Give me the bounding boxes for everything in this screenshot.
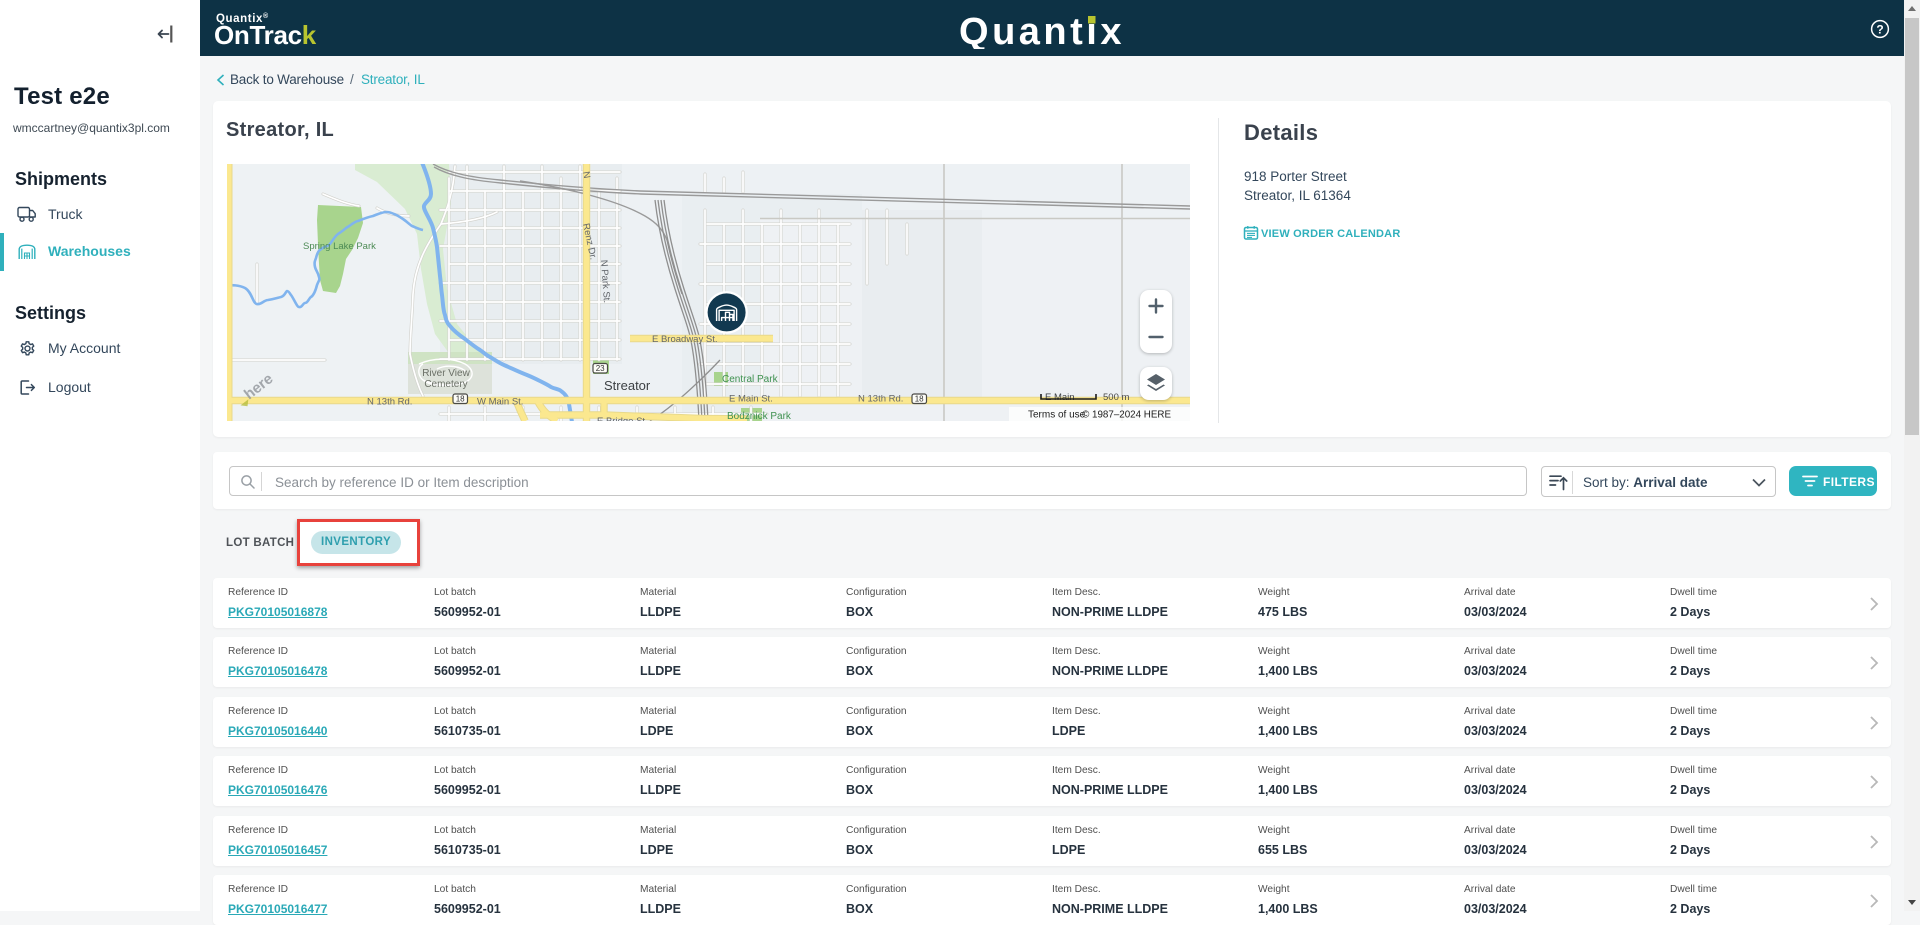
svg-text:Spring Lake Park: Spring Lake Park <box>303 241 376 252</box>
svg-text:Streator: Streator <box>604 378 651 393</box>
svg-text:Quantıx: Quantıx <box>959 11 1125 49</box>
svg-text:E Bridge St.: E Bridge St. <box>597 416 648 421</box>
svg-text:© 1987–2024 HERE: © 1987–2024 HERE <box>1082 409 1171 420</box>
svg-text:E Broadway St.: E Broadway St. <box>652 334 717 345</box>
svg-text:E Main: E Main <box>1045 392 1075 403</box>
svg-text:Central Park: Central Park <box>722 374 779 385</box>
svg-text:18: 18 <box>915 394 924 403</box>
svg-text:N 13th Rd.: N 13th Rd. <box>858 393 903 404</box>
svg-text:18: 18 <box>456 394 465 403</box>
svg-text:Cemetery: Cemetery <box>424 379 467 390</box>
svg-text:?: ? <box>1876 23 1883 37</box>
svg-text:23: 23 <box>596 364 605 373</box>
svg-text:E Main St.: E Main St. <box>729 393 773 404</box>
svg-text:500 m: 500 m <box>1103 392 1129 403</box>
svg-text:N 13th Rd.: N 13th Rd. <box>367 396 412 407</box>
svg-text:W Main St.: W Main St. <box>477 396 523 407</box>
svg-text:Terms of use: Terms of use <box>1028 409 1086 420</box>
svg-text:Bodznick Park: Bodznick Park <box>727 411 792 421</box>
svg-text:River View: River View <box>422 368 470 379</box>
